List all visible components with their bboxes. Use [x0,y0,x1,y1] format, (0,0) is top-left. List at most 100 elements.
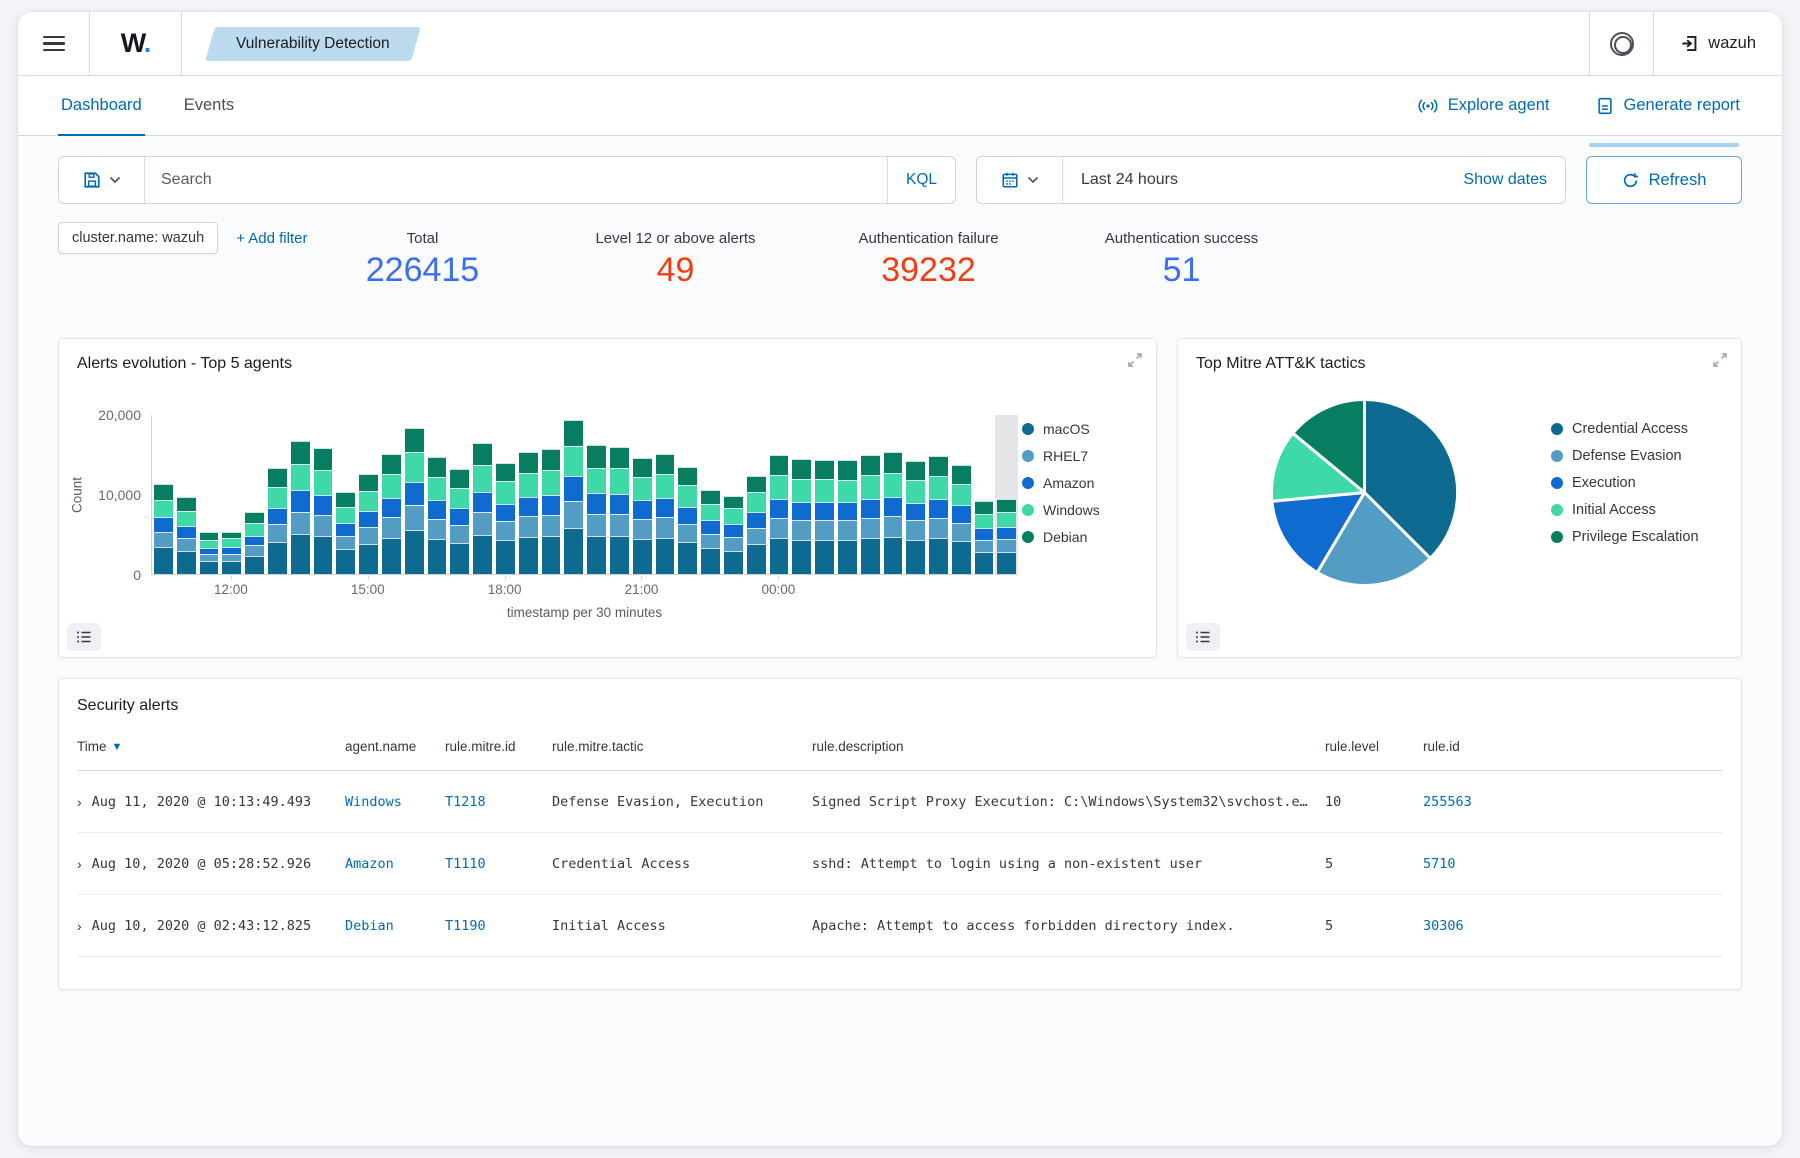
logout-button[interactable]: wazuh [1653,12,1782,75]
bar-30min-bucket[interactable] [494,415,517,574]
bar-segment-macos [382,538,401,574]
calendar-button[interactable] [977,157,1063,203]
bar-30min-bucket[interactable] [540,415,563,574]
bar-segment-rhel7 [382,517,401,538]
bar-30min-bucket[interactable] [289,415,312,574]
bar-segment-macos [177,551,196,574]
bar-30min-bucket[interactable] [198,415,221,574]
table-row: ›Aug 11, 2020 @ 10:13:49.493WindowsT1218… [77,771,1723,833]
brand-logo[interactable]: W. [90,12,182,75]
cell-rule-mitre-id-link[interactable]: T1110 [445,856,552,872]
legend-item-privilege-escalation[interactable]: Privilege Escalation [1551,529,1731,545]
bar-30min-bucket[interactable] [380,415,403,574]
bar-30min-bucket[interactable] [768,415,791,574]
expand-panel-button[interactable] [1127,352,1143,368]
bar-30min-bucket[interactable] [676,415,699,574]
inspect-chart-button[interactable] [1186,623,1220,651]
cell-rule-id-link[interactable]: 255563 [1423,794,1723,810]
bar-30min-bucket[interactable] [927,415,950,574]
menu-button[interactable] [18,12,90,75]
bar-30min-bucket[interactable] [790,415,813,574]
bar-30min-bucket[interactable] [745,415,768,574]
bar-30min-bucket[interactable] [882,415,905,574]
cell-agent-name-link[interactable]: Amazon [345,856,445,872]
stats-row: Total226415Level 12 or above alerts49Aut… [296,230,1308,290]
bar-30min-bucket[interactable] [836,415,859,574]
bar-30min-bucket[interactable] [403,415,426,574]
legend-label: Windows [1043,502,1100,518]
cell-agent-name-link[interactable]: Windows [345,794,445,810]
health-status-button[interactable] [1589,12,1653,75]
tab-events[interactable]: Events [181,76,237,136]
date-range-label[interactable]: Last 24 hours [1063,157,1445,203]
stat-total: Total226415 [296,230,549,290]
cell-rule-id-link[interactable]: 30306 [1423,918,1723,934]
bar-30min-bucket[interactable] [699,415,722,574]
bar-30min-bucket[interactable] [243,415,266,574]
bar-30min-bucket[interactable] [517,415,540,574]
legend-item-macos[interactable]: macOS [1022,421,1146,437]
bar-segment-windows [154,500,173,518]
legend-item-rhel7[interactable]: RHEL7 [1022,448,1146,464]
bar-30min-bucket[interactable] [266,415,289,574]
breadcrumb-badge[interactable]: Vulnerability Detection [205,27,420,61]
bar-30min-bucket[interactable] [562,415,585,574]
generate-report-button[interactable]: Generate report [1596,96,1740,115]
legend-item-debian[interactable]: Debian [1022,529,1146,545]
search-input[interactable] [145,157,887,203]
legend-item-credential-access[interactable]: Credential Access [1551,421,1731,437]
health-ring-icon [1610,32,1634,56]
bar-30min-bucket[interactable] [152,415,175,574]
refresh-button[interactable]: Refresh [1586,156,1742,204]
bar-30min-bucket[interactable] [312,415,335,574]
bar-segment-amazon [473,492,492,513]
explore-agent-button[interactable]: Explore agent [1418,96,1550,115]
bar-30min-bucket[interactable] [654,415,677,574]
bar-30min-bucket[interactable] [220,415,243,574]
bar-segment-macos [633,539,652,574]
saved-query-button[interactable] [59,157,145,203]
legend-item-windows[interactable]: Windows [1022,502,1146,518]
legend-item-initial-access[interactable]: Initial Access [1551,502,1731,518]
legend-item-amazon[interactable]: Amazon [1022,475,1146,491]
bar-30min-bucket[interactable] [357,415,380,574]
bar-30min-bucket[interactable] [175,415,198,574]
cell-agent-name-link[interactable]: Debian [345,918,445,934]
bar-stack [792,459,811,574]
cell-rule-mitre-id-link[interactable]: T1218 [445,794,552,810]
bar-30min-bucket[interactable] [448,415,471,574]
report-document-icon [1596,97,1614,115]
bar-chart-legend: macOS RHEL7 Amazon Windows Debian [1018,415,1146,620]
bar-stack [838,460,857,574]
show-dates-button[interactable]: Show dates [1445,157,1565,203]
cell-rule-mitre-id-link[interactable]: T1190 [445,918,552,934]
expand-row-chevron-icon[interactable]: › [77,795,82,809]
legend-label: Debian [1043,529,1087,545]
bar-30min-bucket[interactable] [585,415,608,574]
bar-segment-windows [564,446,583,476]
bar-30min-bucket[interactable] [813,415,836,574]
expand-row-chevron-icon[interactable]: › [77,857,82,871]
expand-panel-button[interactable] [1712,352,1728,368]
expand-row-chevron-icon[interactable]: › [77,919,82,933]
bar-30min-bucket[interactable] [471,415,494,574]
bar-30min-bucket[interactable] [426,415,449,574]
filter-chip-cluster-name[interactable]: cluster.name: wazuh [58,222,218,254]
bar-30min-bucket[interactable] [950,415,973,574]
bar-30min-bucket[interactable] [334,415,357,574]
bar-segment-macos [770,538,789,574]
kql-button[interactable]: KQL [887,157,955,203]
legend-item-execution[interactable]: Execution [1551,475,1731,491]
tab-dashboard[interactable]: Dashboard [58,76,145,136]
bar-30min-bucket[interactable] [608,415,631,574]
column-header-time[interactable]: Time▼ [77,739,345,754]
legend-item-defense-evasion[interactable]: Defense Evasion [1551,448,1731,464]
bar-30min-bucket[interactable] [904,415,927,574]
bar-30min-bucket[interactable] [722,415,745,574]
bar-30min-bucket[interactable] [995,415,1018,574]
inspect-chart-button[interactable] [67,623,101,651]
bar-30min-bucket[interactable] [859,415,882,574]
bar-30min-bucket[interactable] [631,415,654,574]
cell-rule-id-link[interactable]: 5710 [1423,856,1723,872]
bar-30min-bucket[interactable] [973,415,996,574]
